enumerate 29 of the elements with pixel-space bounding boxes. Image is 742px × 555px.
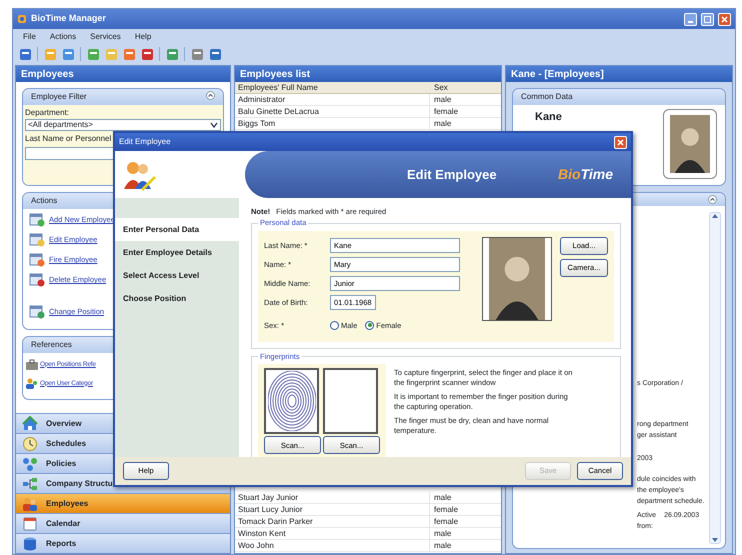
table-cell: Stuart Jay Junior [235, 492, 430, 503]
table-cell-text: female [433, 106, 458, 117]
panel-header: Employees [16, 66, 230, 82]
table-cell: Balu Ginette DeLacrua [235, 106, 430, 117]
table-cell-text: female [433, 504, 458, 515]
table-cell: Stuart Lucy Junior [235, 504, 430, 515]
panel-header: Kane - [Employees] [506, 66, 732, 82]
table-cell-text: male [433, 118, 452, 129]
table-cell-text: male [433, 540, 452, 551]
table-cell-text: male [433, 94, 452, 105]
column-header: Sex [433, 82, 448, 93]
table-cell-text: female [433, 516, 458, 527]
table-cell: Woo John [235, 540, 430, 551]
table-cell-text: male [433, 492, 452, 503]
group-title: Common Data [513, 89, 725, 105]
table-cell-text: male [433, 528, 452, 539]
group-title: Employee Filter [31, 91, 87, 103]
dialog-title: Edit Employee [119, 136, 171, 148]
table-cell: Biggs Tom [235, 118, 430, 129]
window-title: BioTime Manager [31, 12, 107, 26]
table-cell: Tomack Darin Parker [235, 516, 430, 527]
table-cell: Winston Kent [235, 528, 430, 539]
field-label: Last Name or Personnel [25, 133, 112, 145]
logo: BioTime [558, 165, 613, 184]
dialog-header-title: Edit Employee [407, 166, 498, 184]
table-cell: Administrator [235, 94, 430, 105]
column-header: Employees' Full Name [235, 82, 430, 93]
field-label: Department: [25, 107, 70, 119]
panel-header: Employees list [235, 66, 501, 82]
